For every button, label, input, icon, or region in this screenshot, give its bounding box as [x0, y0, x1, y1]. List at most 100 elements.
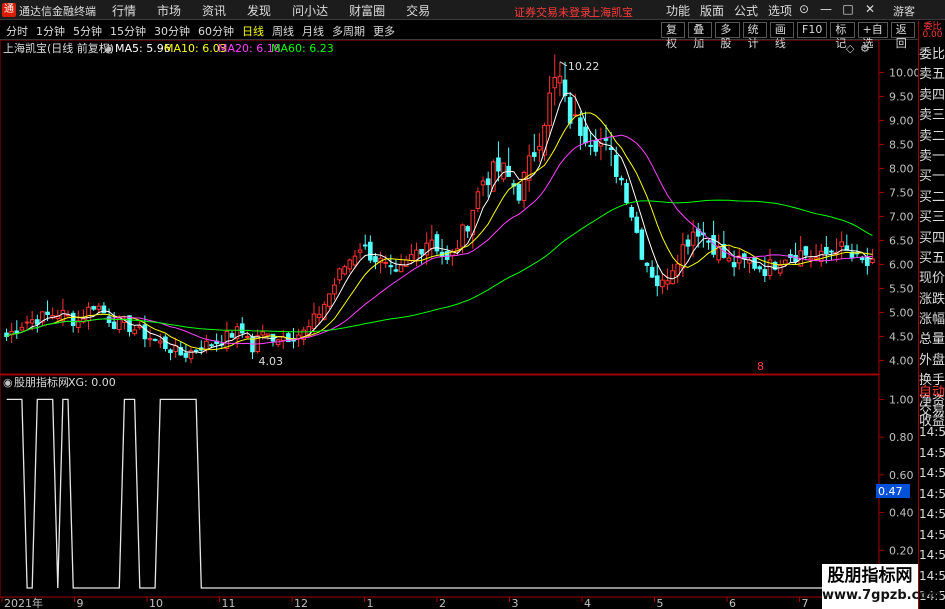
auto-toggle[interactable]: 自动: [919, 384, 945, 402]
candle-body: [567, 97, 573, 124]
ma-settings-icon[interactable]: ◉: [104, 42, 114, 55]
candle-body: [168, 349, 173, 354]
candle-body: [311, 313, 317, 330]
candle-body: [731, 262, 737, 268]
menu-item-discover[interactable]: 发现: [247, 2, 271, 19]
price-tick-label: 9.00: [889, 114, 914, 127]
trade-time: 14:56: [919, 466, 945, 480]
tab-1min[interactable]: 1分钟: [36, 23, 65, 39]
menu-item-layout[interactable]: 版面: [700, 2, 724, 19]
candle-body: [613, 155, 619, 177]
overlay-button[interactable]: 叠加: [688, 22, 713, 50]
date-tick-label: 6: [729, 597, 736, 609]
menu-item-assistant[interactable]: 问小达: [292, 2, 328, 19]
candle-body: [783, 259, 788, 265]
date-tick-label: 4: [584, 597, 591, 609]
candle-body: [229, 333, 235, 338]
candle-body: [603, 138, 609, 141]
candle-body: [393, 269, 399, 272]
back-button[interactable]: 返回: [890, 22, 915, 50]
moving-average-lines: [6, 92, 873, 354]
minimize-icon[interactable]: —: [815, 2, 837, 16]
tab-monthly[interactable]: 月线: [302, 23, 324, 39]
price-tick-label: 7.00: [889, 210, 914, 223]
app-title: 通达信金融终端: [19, 5, 96, 18]
statistics-button[interactable]: 统计: [742, 22, 767, 50]
tab-more[interactable]: 更多: [373, 23, 395, 39]
xg-label: XG: 0.00: [68, 376, 116, 389]
menu-item-functions[interactable]: 功能: [666, 2, 690, 19]
chart-settings-icon[interactable]: ⚙: [860, 42, 870, 55]
draw-line-button[interactable]: 画线: [769, 22, 795, 50]
login-status[interactable]: 证券交易未登录: [514, 4, 591, 20]
indicator-tick-label: 0.80: [889, 431, 914, 444]
menu-item-news[interactable]: 资讯: [202, 2, 226, 19]
add-watchlist-button[interactable]: +自选: [857, 22, 888, 50]
close-icon[interactable]: ✕: [859, 2, 881, 16]
tab-weekly[interactable]: 周线: [272, 23, 294, 39]
candle-body: [204, 340, 209, 351]
tab-5min[interactable]: 5分钟: [73, 23, 102, 39]
side-panel-header: 委比 0.00: [919, 23, 945, 40]
pin-icon[interactable]: ⊙: [793, 2, 815, 16]
maximize-icon[interactable]: □: [837, 2, 859, 16]
candle-body: [726, 257, 732, 262]
guest-user[interactable]: 游客: [893, 3, 915, 19]
candle-body: [480, 180, 486, 186]
menu-item-trade[interactable]: 交易: [406, 2, 430, 19]
menu-item-quotes[interactable]: 行情: [112, 2, 136, 19]
candle-body: [670, 270, 675, 285]
tab-30min[interactable]: 30分钟: [154, 23, 190, 39]
menu-item-formula[interactable]: 公式: [734, 2, 758, 19]
tab-60min[interactable]: 60分钟: [198, 23, 234, 39]
candle-body: [132, 329, 137, 335]
candle-body: [265, 333, 271, 337]
price-tick-label: 9.50: [889, 90, 914, 103]
candle-body: [419, 248, 424, 255]
ma5-line: [6, 92, 873, 354]
date-tick-label: 2: [439, 597, 446, 609]
event-marker[interactable]: 8: [757, 360, 764, 373]
xg-signal-line: [6, 398, 873, 589]
candle-body: [362, 244, 368, 247]
candle-body: [96, 305, 102, 310]
tab-15min[interactable]: 15分钟: [110, 23, 146, 39]
mark-button[interactable]: 标记: [830, 22, 855, 50]
chart-area[interactable]: 上海凯宝(日线 前复权) ◉ MA5: 5.96 MA10: 6.03 MA20…: [0, 40, 918, 609]
candle-body: [583, 126, 588, 144]
multi-stock-button[interactable]: 多股: [715, 22, 740, 50]
menu-item-options[interactable]: 选项: [768, 2, 792, 19]
candle-body: [352, 255, 358, 266]
high-price-label: 10.22: [568, 60, 600, 73]
ma60-line: [6, 199, 873, 337]
candle-body: [516, 183, 522, 201]
candle-body: [762, 269, 768, 277]
label-sell3: 卖三: [919, 108, 945, 124]
date-tick-label: 12: [294, 597, 308, 609]
menu-item-community[interactable]: 财富圈: [349, 2, 385, 19]
indicator-value-text: 0.47: [878, 485, 903, 498]
indicator-settings-icon[interactable]: ◉: [3, 376, 13, 389]
candle-body: [485, 178, 491, 186]
candle-body: [803, 246, 809, 256]
candle-body: [824, 246, 829, 254]
window-controls: ⊙ — □ ✕: [793, 2, 881, 16]
f10-button[interactable]: F10: [797, 22, 828, 38]
adjust-button[interactable]: 复权: [661, 22, 686, 50]
candle-body: [685, 239, 691, 247]
chart-collapse-icon[interactable]: ◇: [846, 42, 855, 55]
tab-intraday[interactable]: 分时: [6, 23, 28, 39]
menu-item-market[interactable]: 市场: [157, 2, 181, 19]
date-tick-label: 9: [77, 597, 84, 609]
label-change-pct: 涨幅: [919, 312, 945, 328]
candle-body: [209, 344, 214, 347]
label-buy3: 买三: [919, 210, 945, 226]
tab-multi-period[interactable]: 多周期: [332, 23, 365, 39]
candle-body: [357, 249, 363, 253]
title-bar: 通 通达信金融终端 行情 市场 资讯 发现 问小达 财富圈 交易 证券交易未登录…: [0, 0, 945, 20]
tab-daily[interactable]: 日线: [242, 23, 264, 39]
label-buy4: 买四: [919, 230, 945, 246]
candle-body: [475, 191, 481, 210]
trade-time: 14:56: [919, 527, 945, 542]
ma20-line: [6, 134, 873, 345]
